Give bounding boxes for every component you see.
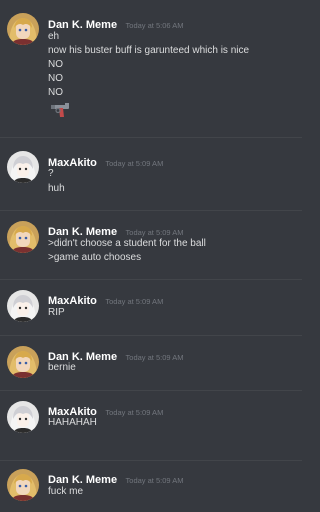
timestamp: Today at 5:06 AM	[125, 21, 184, 30]
avatar[interactable]	[7, 290, 39, 322]
message-header: Dan K. Meme Today at 5:09 AM	[48, 222, 184, 238]
message-divider	[0, 335, 302, 336]
timestamp: Today at 5:09 AM	[105, 408, 164, 417]
message-header: Dan K. Meme Today at 5:06 AM	[48, 15, 184, 31]
username[interactable]: MaxAkito	[48, 157, 97, 169]
message-text: NO	[48, 59, 63, 70]
message-text: ?	[48, 168, 54, 179]
message-text: NO	[48, 73, 63, 84]
message-text: now his buster buff is garunteed which i…	[48, 45, 250, 56]
avatar[interactable]	[7, 469, 39, 501]
message-divider	[0, 390, 302, 391]
message-header: MaxAkito Today at 5:09 AM	[48, 153, 164, 169]
message-header: MaxAkito Today at 5:09 AM	[48, 402, 164, 418]
timestamp: Today at 5:09 AM	[105, 159, 164, 168]
avatar[interactable]	[7, 346, 39, 378]
message-header: Dan K. Meme Today at 5:09 AM	[48, 347, 184, 363]
avatar[interactable]	[7, 151, 39, 183]
message-divider	[0, 460, 302, 461]
message-header: Dan K. Meme Today at 5:09 AM	[48, 470, 184, 486]
message-text: fuck me	[48, 486, 84, 497]
message-divider	[0, 210, 302, 211]
avatar[interactable]	[7, 221, 39, 253]
timestamp: Today at 5:09 AM	[125, 353, 184, 362]
message-text: >didn't choose a student for the ball	[48, 238, 206, 249]
avatar[interactable]	[7, 13, 39, 45]
message-header: MaxAkito Today at 5:09 AM	[48, 291, 164, 307]
timestamp: Today at 5:09 AM	[125, 228, 184, 237]
message-text: eh	[48, 31, 60, 42]
message-text: HAHAHAH	[48, 417, 97, 428]
message-text: bernie	[48, 362, 76, 373]
timestamp: Today at 5:09 AM	[105, 297, 164, 306]
message-divider	[0, 137, 302, 138]
message-text: RIP	[48, 307, 65, 318]
message-text: huh	[48, 183, 65, 194]
message-text: >game auto chooses	[48, 252, 142, 263]
message-divider	[0, 279, 302, 280]
gun-emoji-icon	[48, 101, 72, 124]
avatar[interactable]	[7, 401, 39, 433]
message-text: NO	[48, 87, 63, 98]
timestamp: Today at 5:09 AM	[125, 476, 184, 485]
chat-messages: Dan K. Meme Today at 5:06 AM eh now his …	[0, 0, 302, 512]
